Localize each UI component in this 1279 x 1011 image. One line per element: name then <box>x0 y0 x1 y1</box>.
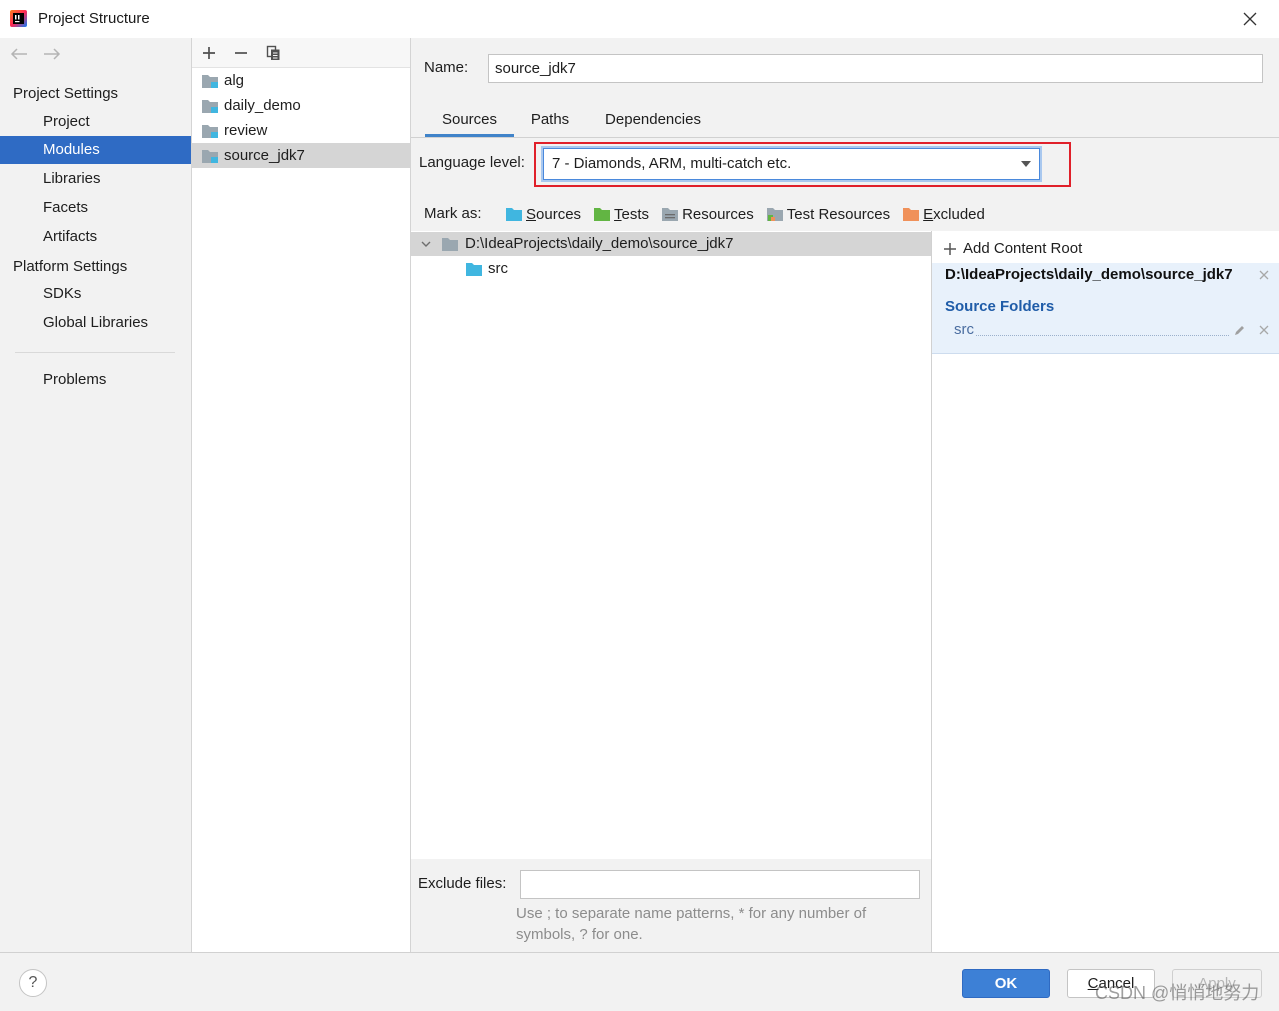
tree-node-content-root[interactable]: D:\IdeaProjects\daily_demo\source_jdk7 <box>411 232 931 256</box>
source-folder-icon <box>505 207 523 222</box>
test-resources-folder-icon <box>766 207 784 222</box>
dialog-footer: ? OK Cancel Apply CSDN @悄悄地努力 <box>0 952 1279 1011</box>
sidebar-section-project-settings: Project Settings <box>13 85 119 102</box>
mark-as-sources-button[interactable]: Sources <box>505 206 581 223</box>
module-folder-icon <box>201 123 219 139</box>
mark-as-tests-label: Tests <box>614 205 650 223</box>
language-level-label: Language level: <box>419 154 525 171</box>
plus-icon[interactable] <box>944 243 956 255</box>
exclude-files-label: Exclude files: <box>418 875 507 892</box>
tree-node-src[interactable]: src <box>411 257 931 281</box>
module-item-review[interactable]: review <box>192 118 410 143</box>
sidebar-item-artifacts[interactable]: Artifacts <box>0 223 191 251</box>
remove-source-folder-icon[interactable] <box>1259 325 1269 335</box>
tab-sources[interactable]: Sources <box>425 104 514 137</box>
content-root-box: D:\IdeaProjects\daily_demo\source_jdk7 S… <box>932 263 1279 354</box>
mark-as-test-resources-label: Test Resources <box>786 205 891 223</box>
chevron-down-icon[interactable] <box>421 241 431 247</box>
sidebar-item-problems[interactable]: Problems <box>0 366 191 394</box>
forward-arrow-icon[interactable] <box>43 48 61 60</box>
watermark: CSDN @悄悄地努力 <box>1095 983 1260 1003</box>
mark-as-resources-button[interactable]: Resources <box>661 206 754 223</box>
window-title: Project Structure <box>38 10 150 27</box>
mark-as-excluded-button[interactable]: Excluded <box>902 206 985 223</box>
exclude-files-hint-line: Use ; to separate name patterns, * for a… <box>516 905 867 922</box>
mark-as-tests-button[interactable]: Tests <box>593 206 649 223</box>
module-name-input[interactable] <box>488 54 1263 83</box>
module-name: daily_demo <box>224 97 301 114</box>
sidebar-item-modules[interactable]: Modules <box>0 136 191 164</box>
mark-as-options: Sources Tests Resources Test Resources E… <box>505 205 985 223</box>
module-item-daily-demo[interactable]: daily_demo <box>192 93 410 118</box>
module-folder-icon <box>201 148 219 164</box>
sidebar-item-libraries[interactable]: Libraries <box>0 165 191 193</box>
pencil-icon[interactable] <box>1234 324 1246 336</box>
back-arrow-icon[interactable] <box>10 48 28 60</box>
content-root-path: D:\IdeaProjects\daily_demo\source_jdk7 <box>945 266 1233 283</box>
content-tree: D:\IdeaProjects\daily_demo\source_jdk7 s… <box>411 231 931 859</box>
source-folder-item[interactable]: src <box>954 321 974 339</box>
tab-paths[interactable]: Paths <box>514 104 586 137</box>
module-name: alg <box>224 72 245 89</box>
exclude-files-input[interactable] <box>520 870 920 899</box>
remove-icon[interactable] <box>234 46 248 60</box>
module-folder-icon <box>201 73 219 89</box>
exclude-files-hint-line: symbols, ? for one. <box>516 926 643 943</box>
annotation-highlight-box <box>534 142 1071 187</box>
tree-root-path: D:\IdeaProjects\daily_demo\source_jdk7 <box>465 235 734 252</box>
module-item-source-jdk7[interactable]: source_jdk7 <box>192 143 410 168</box>
test-folder-icon <box>593 207 611 222</box>
close-icon[interactable] <box>1243 12 1257 26</box>
folder-icon <box>441 237 459 252</box>
module-folder-icon <box>201 98 219 114</box>
name-label: Name: <box>424 59 469 76</box>
resources-folder-icon <box>661 207 679 222</box>
module-editor: Name: Sources Paths Dependencies Languag… <box>411 38 1279 952</box>
exclude-files-section: Exclude files: Use ; to separate name pa… <box>411 859 931 952</box>
content-root-panel: Add Content Root D:\IdeaProjects\daily_d… <box>932 231 1279 952</box>
title-bar: Project Structure <box>0 0 1279 38</box>
source-folder-icon <box>465 262 483 277</box>
help-button[interactable]: ? <box>19 969 47 997</box>
tab-dependencies[interactable]: Dependencies <box>585 104 721 137</box>
copy-icon[interactable] <box>266 45 281 61</box>
mark-as-excluded-label: Excluded <box>923 205 985 223</box>
module-name: source_jdk7 <box>224 147 305 164</box>
remove-content-root-icon[interactable] <box>1259 270 1269 280</box>
sidebar-item-facets[interactable]: Facets <box>0 194 191 222</box>
sidebar-divider <box>15 352 175 353</box>
tab-divider <box>411 137 1279 138</box>
add-icon[interactable] <box>202 46 216 60</box>
sidebar-item-sdks[interactable]: SDKs <box>0 280 191 308</box>
add-content-root-button[interactable]: Add Content Root <box>963 240 1082 258</box>
source-folder-underline <box>976 335 1229 336</box>
source-folders-title: Source Folders <box>945 298 1055 315</box>
intellij-logo-icon <box>10 10 27 27</box>
tree-node-label: src <box>488 260 508 277</box>
module-list-panel: alg daily_demo review source_jdk7 <box>192 38 411 952</box>
mark-as-sources-label: Sources <box>526 205 582 223</box>
mark-as-label: Mark as: <box>424 205 482 222</box>
excluded-folder-icon <box>902 207 920 222</box>
mark-as-resources-label: Resources <box>682 205 754 223</box>
sidebar-item-global-libraries[interactable]: Global Libraries <box>0 309 191 337</box>
sidebar-item-project[interactable]: Project <box>0 108 191 136</box>
module-toolbar <box>192 38 410 68</box>
ok-button[interactable]: OK <box>962 969 1050 998</box>
sidebar: Project Settings Project Modules Librari… <box>0 38 192 952</box>
module-item-alg[interactable]: alg <box>192 68 410 93</box>
mark-as-test-resources-button[interactable]: Test Resources <box>766 206 890 223</box>
sidebar-section-platform-settings: Platform Settings <box>13 258 128 275</box>
module-name: review <box>224 122 268 139</box>
